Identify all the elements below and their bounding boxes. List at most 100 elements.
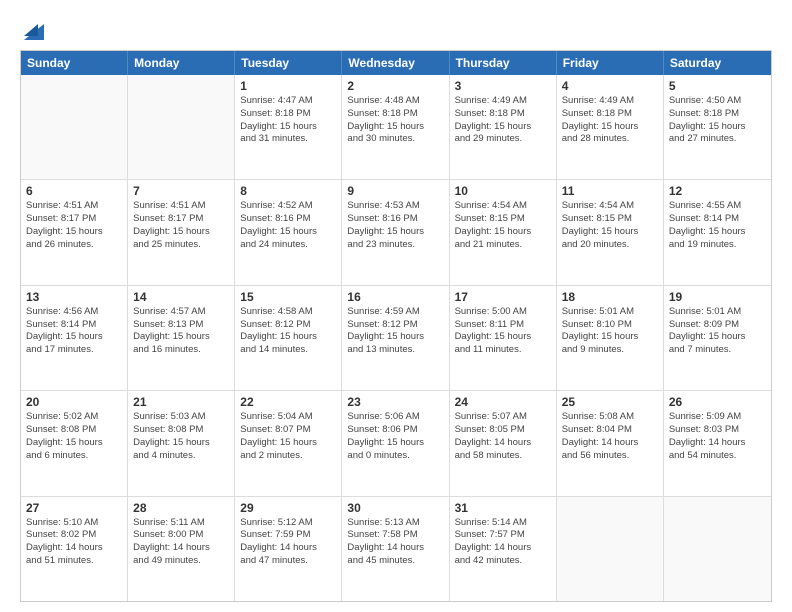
day-number: 11: [562, 184, 658, 198]
cell-info: Sunrise: 4:49 AM Sunset: 8:18 PM Dayligh…: [455, 95, 551, 146]
header-day-sunday: Sunday: [21, 51, 128, 75]
cell-info: Sunrise: 4:57 AM Sunset: 8:13 PM Dayligh…: [133, 306, 229, 357]
cell-info: Sunrise: 4:58 AM Sunset: 8:12 PM Dayligh…: [240, 306, 336, 357]
cell-info: Sunrise: 5:08 AM Sunset: 8:04 PM Dayligh…: [562, 411, 658, 462]
cal-cell: 8Sunrise: 4:52 AM Sunset: 8:16 PM Daylig…: [235, 180, 342, 284]
cal-cell: [557, 497, 664, 601]
calendar-body: 1Sunrise: 4:47 AM Sunset: 8:18 PM Daylig…: [21, 75, 771, 601]
day-number: 20: [26, 395, 122, 409]
cal-cell: 28 Sunrise: 5:11 AM Sunset: 8:00 PM Dayli…: [128, 497, 235, 601]
cell-info: Sunrise: 5:13 AM Sunset: 7:58 PM Dayligh…: [347, 517, 443, 568]
header-day-friday: Friday: [557, 51, 664, 75]
day-number: 5: [669, 79, 766, 93]
day-number: 28: [133, 501, 229, 515]
day-number: 2: [347, 79, 443, 93]
cell-info: Sunrise: 5:14 AM Sunset: 7:57 PM Dayligh…: [455, 517, 551, 568]
cal-cell: 17 Sunrise: 5:00 AM Sunset: 8:11 PM Dayli…: [450, 286, 557, 390]
cal-cell: 6 Sunrise: 4:51 AM Sunset: 8:17 PM Daylig…: [21, 180, 128, 284]
cell-info: Sunrise: 4:56 AM Sunset: 8:14 PM Dayligh…: [26, 306, 122, 357]
day-number: 23: [347, 395, 443, 409]
day-number: 7: [133, 184, 229, 198]
cell-info: Sunrise: 5:11 AM Sunset: 8:00 PM Dayligh…: [133, 517, 229, 568]
cell-info: Sunrise: 5:07 AM Sunset: 8:05 PM Dayligh…: [455, 411, 551, 462]
cell-info: Sunrise: 4:54 AM Sunset: 8:15 PM Dayligh…: [562, 200, 658, 251]
cal-cell: 23 Sunrise: 5:06 AM Sunset: 8:06 PM Dayli…: [342, 391, 449, 495]
cal-cell: 30Sunrise: 5:13 AM Sunset: 7:58 PM Dayli…: [342, 497, 449, 601]
cal-cell: 20 Sunrise: 5:02 AM Sunset: 8:08 PM Dayli…: [21, 391, 128, 495]
day-number: 22: [240, 395, 336, 409]
cal-cell: 22 Sunrise: 5:04 AM Sunset: 8:07 PM Dayli…: [235, 391, 342, 495]
header: [20, 16, 772, 40]
day-number: 16: [347, 290, 443, 304]
cal-cell: 31 Sunrise: 5:14 AM Sunset: 7:57 PM Dayli…: [450, 497, 557, 601]
cell-info: Sunrise: 4:51 AM Sunset: 8:17 PM Dayligh…: [26, 200, 122, 251]
day-number: 6: [26, 184, 122, 198]
cell-info: Sunrise: 5:00 AM Sunset: 8:11 PM Dayligh…: [455, 306, 551, 357]
cell-info: Sunrise: 5:02 AM Sunset: 8:08 PM Dayligh…: [26, 411, 122, 462]
cell-info: Sunrise: 4:54 AM Sunset: 8:15 PM Dayligh…: [455, 200, 551, 251]
cal-cell: 7 Sunrise: 4:51 AM Sunset: 8:17 PM Daylig…: [128, 180, 235, 284]
cal-cell: 12 Sunrise: 4:55 AM Sunset: 8:14 PM Dayli…: [664, 180, 771, 284]
day-number: 27: [26, 501, 122, 515]
cell-info: Sunrise: 5:10 AM Sunset: 8:02 PM Dayligh…: [26, 517, 122, 568]
header-day-thursday: Thursday: [450, 51, 557, 75]
week-row-3: 13 Sunrise: 4:56 AM Sunset: 8:14 PM Dayli…: [21, 285, 771, 390]
cal-cell: [664, 497, 771, 601]
day-number: 3: [455, 79, 551, 93]
cell-info: Sunrise: 5:01 AM Sunset: 8:10 PM Dayligh…: [562, 306, 658, 357]
calendar-header: SundayMondayTuesdayWednesdayThursdayFrid…: [21, 51, 771, 75]
cal-cell: 9Sunrise: 4:53 AM Sunset: 8:16 PM Daylig…: [342, 180, 449, 284]
cal-cell: 13 Sunrise: 4:56 AM Sunset: 8:14 PM Dayli…: [21, 286, 128, 390]
cal-cell: 10Sunrise: 4:54 AM Sunset: 8:15 PM Dayli…: [450, 180, 557, 284]
cal-cell: 2 Sunrise: 4:48 AM Sunset: 8:18 PM Daylig…: [342, 75, 449, 179]
day-number: 21: [133, 395, 229, 409]
cell-info: Sunrise: 4:47 AM Sunset: 8:18 PM Dayligh…: [240, 95, 336, 146]
cal-cell: 15 Sunrise: 4:58 AM Sunset: 8:12 PM Dayli…: [235, 286, 342, 390]
cell-info: Sunrise: 4:49 AM Sunset: 8:18 PM Dayligh…: [562, 95, 658, 146]
day-number: 8: [240, 184, 336, 198]
cal-cell: 4 Sunrise: 4:49 AM Sunset: 8:18 PM Daylig…: [557, 75, 664, 179]
calendar: SundayMondayTuesdayWednesdayThursdayFrid…: [20, 50, 772, 602]
cal-cell: 26Sunrise: 5:09 AM Sunset: 8:03 PM Dayli…: [664, 391, 771, 495]
day-number: 18: [562, 290, 658, 304]
day-number: 31: [455, 501, 551, 515]
cal-cell: [21, 75, 128, 179]
header-day-saturday: Saturday: [664, 51, 771, 75]
cell-info: Sunrise: 4:55 AM Sunset: 8:14 PM Dayligh…: [669, 200, 766, 251]
day-number: 19: [669, 290, 766, 304]
cal-cell: 5Sunrise: 4:50 AM Sunset: 8:18 PM Daylig…: [664, 75, 771, 179]
cal-cell: [128, 75, 235, 179]
cell-info: Sunrise: 5:09 AM Sunset: 8:03 PM Dayligh…: [669, 411, 766, 462]
cell-info: Sunrise: 5:03 AM Sunset: 8:08 PM Dayligh…: [133, 411, 229, 462]
cell-info: Sunrise: 4:48 AM Sunset: 8:18 PM Dayligh…: [347, 95, 443, 146]
cell-info: Sunrise: 5:06 AM Sunset: 8:06 PM Dayligh…: [347, 411, 443, 462]
cell-info: Sunrise: 4:53 AM Sunset: 8:16 PM Dayligh…: [347, 200, 443, 251]
logo-icon: [24, 16, 44, 40]
week-row-5: 27 Sunrise: 5:10 AM Sunset: 8:02 PM Dayli…: [21, 496, 771, 601]
day-number: 13: [26, 290, 122, 304]
week-row-4: 20 Sunrise: 5:02 AM Sunset: 8:08 PM Dayli…: [21, 390, 771, 495]
cal-cell: 11 Sunrise: 4:54 AM Sunset: 8:15 PM Dayli…: [557, 180, 664, 284]
day-number: 29: [240, 501, 336, 515]
day-number: 12: [669, 184, 766, 198]
page: SundayMondayTuesdayWednesdayThursdayFrid…: [0, 0, 792, 612]
cal-cell: 1Sunrise: 4:47 AM Sunset: 8:18 PM Daylig…: [235, 75, 342, 179]
week-row-1: 1Sunrise: 4:47 AM Sunset: 8:18 PM Daylig…: [21, 75, 771, 179]
cell-info: Sunrise: 5:04 AM Sunset: 8:07 PM Dayligh…: [240, 411, 336, 462]
day-number: 15: [240, 290, 336, 304]
day-number: 24: [455, 395, 551, 409]
cal-cell: 3 Sunrise: 4:49 AM Sunset: 8:18 PM Daylig…: [450, 75, 557, 179]
cell-info: Sunrise: 5:12 AM Sunset: 7:59 PM Dayligh…: [240, 517, 336, 568]
cal-cell: 21 Sunrise: 5:03 AM Sunset: 8:08 PM Dayli…: [128, 391, 235, 495]
cal-cell: 24 Sunrise: 5:07 AM Sunset: 8:05 PM Dayli…: [450, 391, 557, 495]
header-day-tuesday: Tuesday: [235, 51, 342, 75]
logo: [20, 16, 44, 40]
day-number: 4: [562, 79, 658, 93]
cal-cell: 29 Sunrise: 5:12 AM Sunset: 7:59 PM Dayli…: [235, 497, 342, 601]
week-row-2: 6 Sunrise: 4:51 AM Sunset: 8:17 PM Daylig…: [21, 179, 771, 284]
cell-info: Sunrise: 4:51 AM Sunset: 8:17 PM Dayligh…: [133, 200, 229, 251]
day-number: 17: [455, 290, 551, 304]
cal-cell: 19Sunrise: 5:01 AM Sunset: 8:09 PM Dayli…: [664, 286, 771, 390]
cal-cell: 25Sunrise: 5:08 AM Sunset: 8:04 PM Dayli…: [557, 391, 664, 495]
cell-info: Sunrise: 4:59 AM Sunset: 8:12 PM Dayligh…: [347, 306, 443, 357]
